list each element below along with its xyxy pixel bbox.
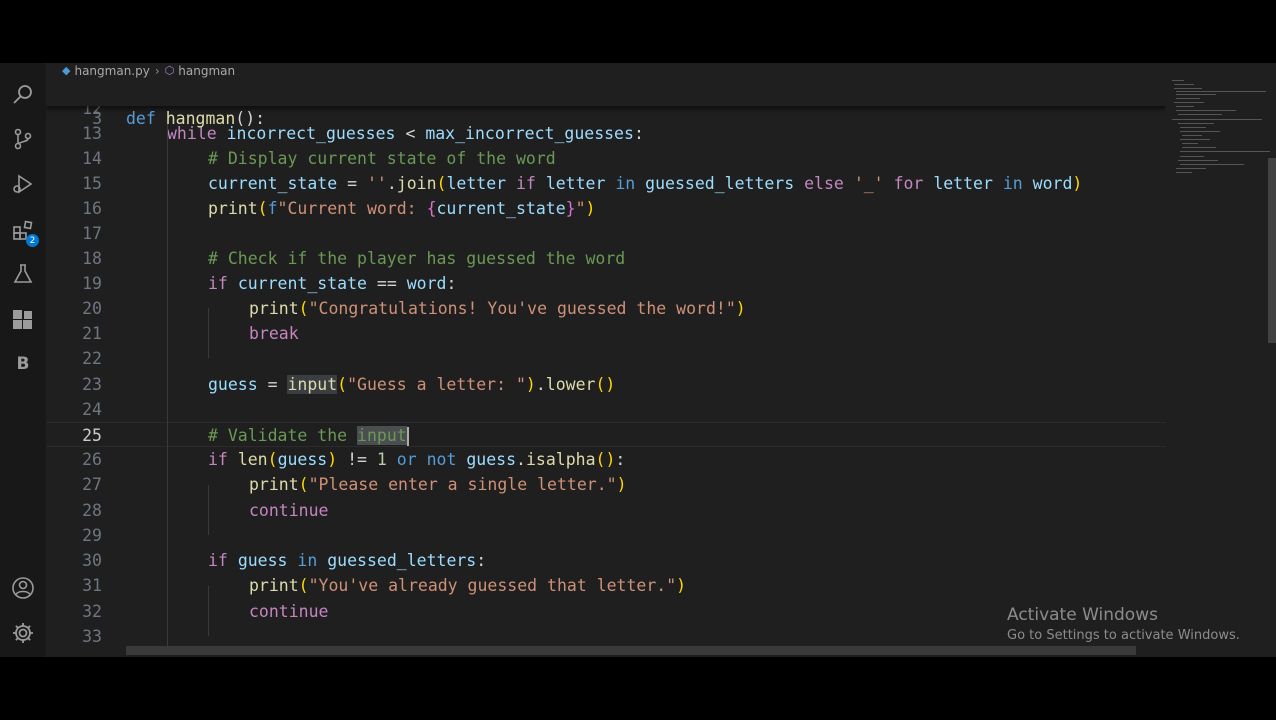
text-cursor [406,427,409,446]
line-number: 32 [82,602,102,621]
code-line[interactable]: 19 if current_state == word: [46,271,1166,296]
code-line[interactable]: 32 continue [46,599,1166,624]
code-line[interactable]: 33 [46,624,1166,646]
line-number: 31 [82,576,102,595]
line-number: 24 [82,400,102,419]
search-icon[interactable] [10,81,36,107]
vscode-window: 2 B ◆ hangman.py › ⬡ hangman 3 def hangma… [0,63,1276,657]
indent-guide [208,485,209,535]
code-line[interactable]: 27 print("Please enter a single letter.") [46,472,1166,497]
python-file-icon: ◆ [62,64,71,77]
remote-explorer-icon[interactable] [10,306,36,332]
line-number: 26 [82,450,102,469]
code-line[interactable]: 21 break [46,321,1166,346]
line-number: 25 [82,426,102,445]
code-line-current[interactable]: 25 # Validate the input [46,422,1166,447]
chevron-right-icon: › [154,63,160,78]
testing-flask-icon[interactable] [10,261,36,287]
breadcrumb-file[interactable]: hangman.py [74,64,149,78]
vertical-scrollbar[interactable] [1268,158,1276,343]
line-number: 16 [82,199,102,218]
line-number: 28 [82,501,102,520]
code-line[interactable]: 16 print(f"Current word: {current_state}"… [46,196,1166,221]
code-line[interactable]: 26 if len(guess) != 1 or not guess.isalph… [46,447,1166,472]
run-debug-icon[interactable] [10,171,36,197]
extensions-icon[interactable]: 2 [10,218,39,247]
code-line[interactable]: 15 current_state = ''.join(letter if lett… [46,171,1166,196]
line-number: 22 [82,349,102,368]
code-line[interactable]: 17 [46,221,1166,246]
line-number: 3 [92,109,102,128]
activity-bar: 2 B [0,63,46,657]
watermark-title: Activate Windows [1007,605,1158,625]
code-line[interactable]: 31 print("You've already guessed that let… [46,573,1166,598]
activate-windows-watermark: Activate Windows Go to Settings to activ… [1007,605,1240,643]
line-number: 19 [82,274,102,293]
function-symbol-icon: ⬡ [164,64,175,77]
settings-gear-icon[interactable] [10,620,36,646]
indent-guide [208,308,209,358]
breadcrumb-symbol[interactable]: hangman [178,64,235,78]
line-number: 17 [82,224,102,243]
horizontal-scrollbar[interactable] [126,646,1136,655]
line-number: 29 [82,526,102,545]
source-control-icon[interactable] [10,126,36,152]
code-line[interactable]: 23 guess = input("Guess a letter: ").lowe… [46,372,1166,397]
line-number: 20 [82,299,102,318]
code-line[interactable]: 14 # Display current state of the word [46,146,1166,171]
code-line[interactable]: 28 continue [46,498,1166,523]
code-line[interactable]: 22 [46,346,1166,371]
code-line[interactable]: 20 print("Congratulations! You've guessed… [46,296,1166,321]
line-number: 18 [82,249,102,268]
b-extension-icon[interactable]: B [10,351,36,377]
line-number: 30 [82,551,102,570]
line-number: 23 [82,375,102,394]
line-number: 33 [82,627,102,646]
extensions-badge: 2 [26,234,39,247]
minimap[interactable] [1168,78,1270,188]
sticky-scroll-header[interactable]: 3 def hangman(): [46,80,1166,128]
account-icon[interactable] [10,575,36,601]
line-number: 15 [82,174,102,193]
code-line[interactable]: 24 [46,397,1166,422]
indent-guide [208,586,209,636]
line-number: 27 [82,475,102,494]
watermark-subtitle: Go to Settings to activate Windows. [1007,628,1240,643]
line-number: 21 [82,324,102,343]
code-line[interactable]: 18 # Check if the player has guessed the … [46,246,1166,271]
code-line[interactable]: 29 [46,523,1166,548]
code-editor[interactable]: 3def hangman(): 12 13while incorrect_gue… [46,80,1166,646]
breadcrumb: ◆ hangman.py › ⬡ hangman [62,63,235,78]
indent-guide [167,116,168,646]
code-line[interactable]: 30 if guess in guessed_letters: [46,548,1166,573]
